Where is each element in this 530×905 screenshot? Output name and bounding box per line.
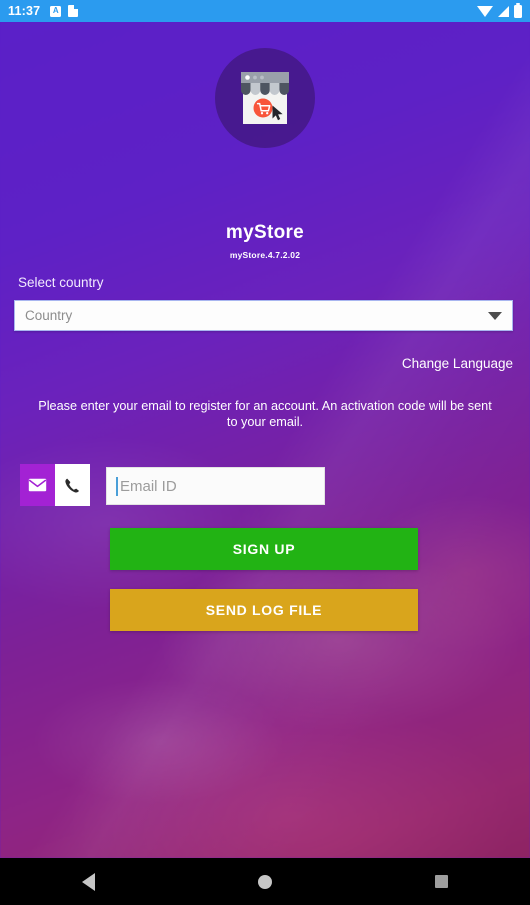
page-title: myStore: [225, 222, 305, 243]
email-input[interactable]: Email ID: [106, 467, 325, 505]
phone-icon: [65, 478, 79, 493]
device-screen: 11:37 A myStore myStore.4.7.2.02 Select …: [0, 0, 530, 905]
status-bar-notification-icons: A: [50, 5, 79, 17]
contact-input-row: Email ID: [20, 464, 510, 506]
country-select[interactable]: Country: [14, 300, 513, 331]
app-version-label: myStore.4.7.2.02: [229, 250, 301, 260]
back-triangle-icon: [81, 872, 95, 891]
wifi-icon: [477, 5, 493, 17]
text-cursor: [116, 476, 118, 496]
phone-mode-tab[interactable]: [55, 464, 90, 506]
home-button[interactable]: [177, 858, 354, 905]
cellular-signal-icon: [498, 5, 509, 17]
clipboard-icon: [68, 5, 79, 17]
back-button[interactable]: [0, 858, 177, 905]
adb-icon: A: [50, 5, 62, 17]
app-logo: [215, 48, 315, 148]
sign-up-button[interactable]: SIGN UP: [110, 528, 418, 570]
change-language-link[interactable]: Change Language: [402, 356, 513, 371]
envelope-icon: [28, 478, 47, 492]
email-mode-tab[interactable]: [20, 464, 55, 506]
status-bar-system-icons: [477, 2, 522, 18]
recents-button[interactable]: [353, 858, 530, 905]
select-country-label: Select country: [18, 275, 104, 290]
android-navigation-bar: [0, 858, 530, 905]
country-select-value: Country: [25, 308, 73, 323]
storefront-icon: [241, 72, 289, 124]
battery-icon: [514, 2, 522, 18]
app-background: myStore myStore.4.7.2.02 Select country …: [0, 22, 530, 858]
status-bar-time: 11:37: [8, 4, 41, 18]
chevron-down-icon: [488, 311, 502, 320]
instruction-text: Please enter your email to register for …: [38, 399, 492, 429]
status-bar: 11:37 A: [0, 0, 530, 22]
login-screen-content: myStore myStore.4.7.2.02 Select country …: [0, 22, 530, 858]
recents-square-icon: [435, 875, 449, 888]
send-log-file-button[interactable]: SEND LOG FILE: [110, 589, 418, 631]
home-circle-icon: [258, 874, 272, 889]
email-input-placeholder: Email ID: [120, 477, 177, 495]
